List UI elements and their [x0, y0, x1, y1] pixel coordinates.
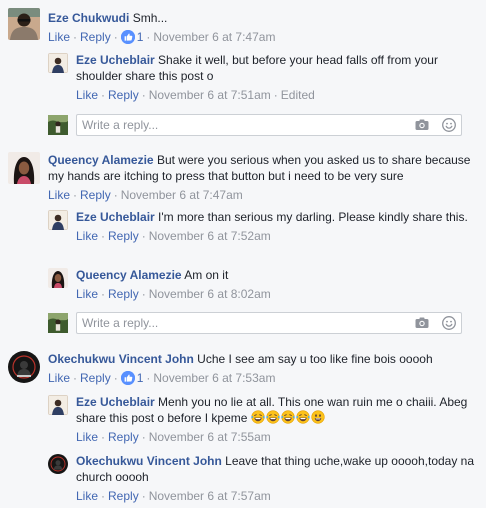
reply-input[interactable] — [77, 115, 372, 135]
reply-author[interactable]: Eze Ucheblair — [76, 53, 155, 67]
camera-icon[interactable] — [414, 315, 430, 331]
reply-actions: Like · Reply · November 6 at 7:51am · Edited — [76, 88, 315, 102]
reply-body: Eze Ucheblair Menh you no lie at all. Th… — [76, 394, 478, 445]
reply-body: Okechukwu Vincent John Leave that thing … — [76, 453, 478, 504]
reply-link[interactable]: Reply — [80, 188, 111, 202]
comment-actions: Like · Reply · 1 · November 6 at 7:53am — [48, 371, 276, 385]
like-link[interactable]: Like — [48, 30, 70, 44]
camera-icon[interactable] — [414, 117, 430, 133]
reply-author[interactable]: Queency Alamezie — [76, 268, 182, 282]
grinning-tears-emoji — [281, 410, 295, 424]
comment-body: Queency Alamezie But were you serious wh… — [48, 152, 478, 203]
reply-actions: Like · Reply · November 6 at 7:57am — [76, 489, 271, 503]
timestamp[interactable]: November 6 at 7:53am — [153, 371, 275, 385]
reply-input-frame — [76, 114, 462, 136]
grinning-tears-emoji — [296, 410, 310, 424]
reply-body: Eze Ucheblair Shake it well, but before … — [76, 52, 478, 103]
avatar[interactable] — [48, 268, 68, 288]
reply-text: I'm more than serious my darling. Please… — [158, 210, 468, 224]
timestamp[interactable]: November 6 at 7:47am — [121, 188, 243, 202]
like-link[interactable]: Like — [76, 430, 98, 444]
reply-link[interactable]: Reply — [108, 489, 139, 503]
reply-eze-ucheblair: Eze Ucheblair I'm more than serious my d… — [0, 209, 486, 261]
reply-body: Eze Ucheblair I'm more than serious my d… — [76, 209, 478, 244]
like-link[interactable]: Like — [76, 489, 98, 503]
like-icon[interactable] — [120, 30, 135, 44]
timestamp[interactable]: November 6 at 8:02am — [149, 287, 271, 301]
reply-input-frame — [76, 312, 462, 334]
timestamp[interactable]: November 6 at 7:47am — [153, 30, 275, 44]
timestamp[interactable]: November 6 at 7:52am — [149, 229, 271, 243]
comment-body: Eze Chukwudi Smh... Like · Reply · 1 · Novembe… — [48, 10, 478, 45]
avatar[interactable] — [48, 53, 68, 73]
reply-link[interactable]: Reply — [108, 287, 139, 301]
reply-author[interactable]: Okechukwu Vincent John — [76, 454, 222, 468]
comment-queency-alamezie: Queency Alamezie But were you serious wh… — [0, 152, 486, 204]
avatar[interactable] — [8, 351, 40, 383]
smiley-emoji — [311, 410, 325, 424]
timestamp[interactable]: November 6 at 7:51am — [149, 88, 271, 102]
reply-box — [48, 114, 462, 136]
reply-link[interactable]: Reply — [80, 30, 111, 44]
reply-link[interactable]: Reply — [108, 430, 139, 444]
reply-okechukwu-vincent-john: Okechukwu Vincent John Leave that thing … — [0, 453, 486, 505]
reply-link[interactable]: Reply — [108, 229, 139, 243]
like-link[interactable]: Like — [48, 371, 70, 385]
reply-author[interactable]: Eze Ucheblair — [76, 210, 155, 224]
reply-box — [48, 312, 462, 334]
timestamp[interactable]: November 6 at 7:55am — [149, 430, 271, 444]
avatar[interactable] — [48, 210, 68, 230]
comment-author[interactable]: Queency Alamezie — [48, 153, 154, 167]
avatar[interactable] — [48, 395, 68, 415]
reply-author[interactable]: Eze Ucheblair — [76, 395, 155, 409]
grinning-tears-emoji — [251, 410, 265, 424]
comment-text: Uche I see am say u too like fine bois o… — [197, 352, 433, 366]
comment-author[interactable]: Okechukwu Vincent John — [48, 352, 194, 366]
avatar — [48, 313, 68, 333]
reply-text: Am on it — [184, 268, 229, 282]
reply-actions: Like · Reply · November 6 at 7:52am — [76, 229, 271, 243]
comment-okechukwu-vincent-john: Okechukwu Vincent John Uche I see am say… — [0, 351, 486, 391]
reply-queency-alamezie: Queency Alamezie Am on it Like · Reply · Nov… — [0, 267, 486, 303]
avatar[interactable] — [8, 152, 40, 184]
comment-author[interactable]: Eze Chukwudi — [48, 11, 129, 25]
like-link[interactable]: Like — [76, 229, 98, 243]
like-icon[interactable] — [120, 371, 135, 385]
reply-eze-ucheblair: Eze Ucheblair Shake it well, but before … — [0, 52, 486, 102]
like-link[interactable]: Like — [48, 188, 70, 202]
timestamp[interactable]: November 6 at 7:57am — [149, 489, 271, 503]
reply-input[interactable] — [77, 313, 372, 333]
comment-actions: Like · Reply · 1 · November 6 at 7:47am — [48, 30, 276, 44]
edited-label[interactable]: Edited — [281, 88, 315, 102]
comment-actions: Like · Reply · November 6 at 7:47am — [48, 188, 243, 202]
avatar[interactable] — [8, 8, 40, 40]
like-link[interactable]: Like — [76, 88, 98, 102]
emoji-icon[interactable] — [441, 117, 457, 133]
reply-actions: Like · Reply · November 6 at 8:02am — [76, 287, 271, 301]
reply-actions: Like · Reply · November 6 at 7:55am — [76, 430, 271, 444]
grinning-tears-emoji — [266, 410, 280, 424]
reply-eze-ucheblair: Eze Ucheblair Menh you no lie at all. Th… — [0, 394, 486, 446]
comment-text: Smh... — [132, 11, 168, 25]
comment-body: Okechukwu Vincent John Uche I see am say… — [48, 351, 478, 386]
emoji-icon[interactable] — [441, 315, 457, 331]
like-link[interactable]: Like — [76, 287, 98, 301]
reply-body: Queency Alamezie Am on it Like · Reply · Nov… — [76, 267, 478, 302]
reply-link[interactable]: Reply — [108, 88, 139, 102]
reply-link[interactable]: Reply — [80, 371, 111, 385]
avatar[interactable] — [48, 454, 68, 474]
avatar — [48, 115, 68, 135]
